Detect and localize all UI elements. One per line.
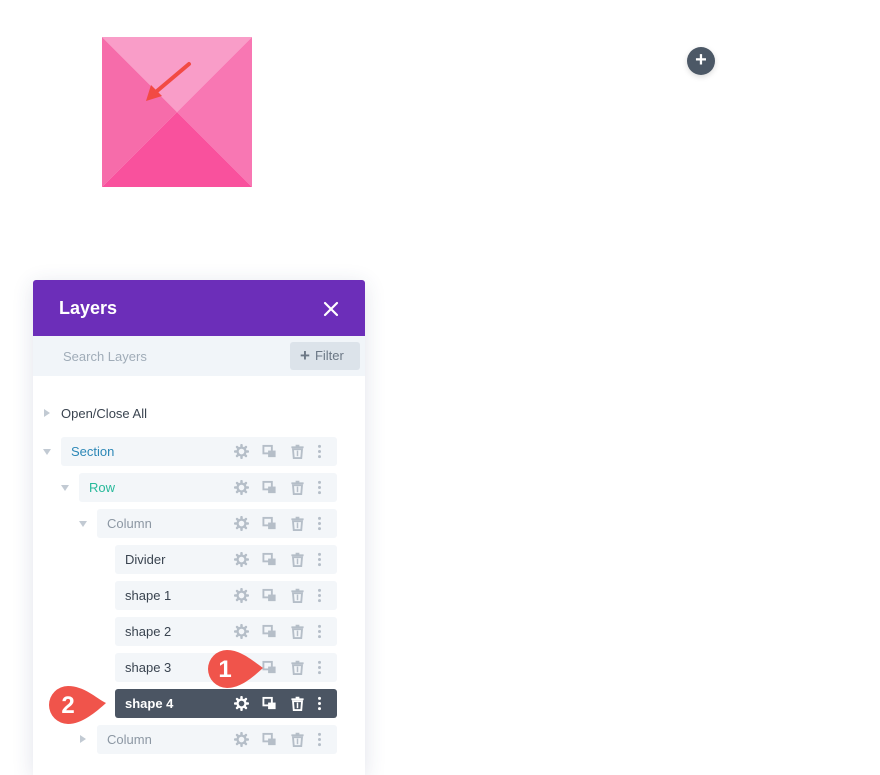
- layer-row-column[interactable]: Column: [97, 725, 337, 754]
- layer-label: Section: [71, 444, 115, 459]
- duplicate-icon[interactable]: [262, 588, 277, 603]
- gear-icon[interactable]: [234, 624, 249, 639]
- gear-icon[interactable]: [234, 480, 249, 495]
- trash-icon[interactable]: [290, 552, 305, 567]
- more-icon[interactable]: [312, 552, 327, 567]
- more-icon[interactable]: [312, 660, 327, 675]
- layer-actions: [233, 617, 337, 646]
- duplicate-icon[interactable]: [262, 732, 277, 747]
- annotation-number: 2: [61, 692, 74, 719]
- layer-label: shape 1: [125, 588, 172, 603]
- gear-icon[interactable]: [234, 552, 249, 567]
- more-icon[interactable]: [312, 516, 327, 531]
- plus-icon: +: [695, 49, 707, 71]
- collapse-arrow-icon[interactable]: [61, 485, 69, 491]
- annotation-badge-1: 1: [201, 647, 283, 696]
- layer-label: shape 2: [125, 624, 172, 639]
- more-icon[interactable]: [312, 696, 327, 711]
- layer-row-column[interactable]: Column: [97, 509, 337, 538]
- add-module-button[interactable]: +: [687, 47, 715, 75]
- layer-label: shape 4: [125, 696, 174, 711]
- filter-button[interactable]: + Filter: [290, 342, 360, 370]
- duplicate-icon[interactable]: [262, 624, 277, 639]
- gear-icon[interactable]: [234, 444, 249, 459]
- collapse-arrow-icon[interactable]: [79, 521, 87, 527]
- open-close-all-toggle[interactable]: Open/Close All: [33, 404, 365, 424]
- more-icon[interactable]: [312, 444, 327, 459]
- duplicate-icon[interactable]: [262, 696, 277, 711]
- more-icon[interactable]: [312, 732, 327, 747]
- layer-label: Divider: [125, 552, 166, 567]
- duplicate-icon[interactable]: [262, 444, 277, 459]
- duplicate-icon[interactable]: [262, 480, 277, 495]
- more-icon[interactable]: [312, 624, 327, 639]
- layer-actions: [233, 509, 337, 538]
- close-icon[interactable]: [322, 300, 340, 318]
- gear-icon[interactable]: [234, 516, 249, 531]
- search-input[interactable]: [33, 336, 313, 376]
- layer-row-section[interactable]: Section: [61, 437, 337, 466]
- layer-row-row[interactable]: Row: [79, 473, 337, 502]
- trash-icon[interactable]: [290, 732, 305, 747]
- expand-arrow-icon: [44, 409, 50, 417]
- trash-icon[interactable]: [290, 516, 305, 531]
- gear-icon[interactable]: [234, 588, 249, 603]
- open-close-all-label: Open/Close All: [61, 406, 147, 421]
- layer-actions: [233, 545, 337, 574]
- shape-preview: [102, 37, 252, 187]
- layer-actions: [233, 437, 337, 466]
- layer-row-shape-1[interactable]: shape 1: [115, 581, 337, 610]
- layer-actions: [233, 725, 337, 754]
- layer-actions: [233, 473, 337, 502]
- layer-label: Row: [89, 480, 116, 495]
- expand-arrow-icon[interactable]: [80, 735, 86, 743]
- layer-actions: [233, 581, 337, 610]
- layer-label: Column: [107, 516, 152, 531]
- filter-label: Filter: [314, 348, 344, 363]
- layer-label: shape 3: [125, 660, 172, 675]
- more-icon[interactable]: [312, 588, 327, 603]
- more-icon[interactable]: [312, 480, 327, 495]
- trash-icon[interactable]: [290, 660, 305, 675]
- trash-icon[interactable]: [290, 696, 305, 711]
- gear-icon[interactable]: [234, 732, 249, 747]
- panel-title: Layers: [59, 298, 118, 318]
- panel-header: Layers: [33, 280, 365, 336]
- trash-icon[interactable]: [290, 480, 305, 495]
- layer-row-shape-2[interactable]: shape 2: [115, 617, 337, 646]
- plus-icon: +: [300, 346, 310, 365]
- trash-icon[interactable]: [290, 588, 305, 603]
- layer-label: Column: [107, 732, 152, 747]
- layer-row-divider[interactable]: Divider: [115, 545, 337, 574]
- search-bar: + Filter: [33, 336, 365, 376]
- gear-icon[interactable]: [234, 696, 249, 711]
- annotation-number: 1: [218, 656, 231, 683]
- collapse-arrow-icon[interactable]: [43, 449, 51, 455]
- trash-icon[interactable]: [290, 624, 305, 639]
- trash-icon[interactable]: [290, 444, 305, 459]
- duplicate-icon[interactable]: [262, 552, 277, 567]
- duplicate-icon[interactable]: [262, 516, 277, 531]
- annotation-badge-2: 2: [44, 684, 116, 731]
